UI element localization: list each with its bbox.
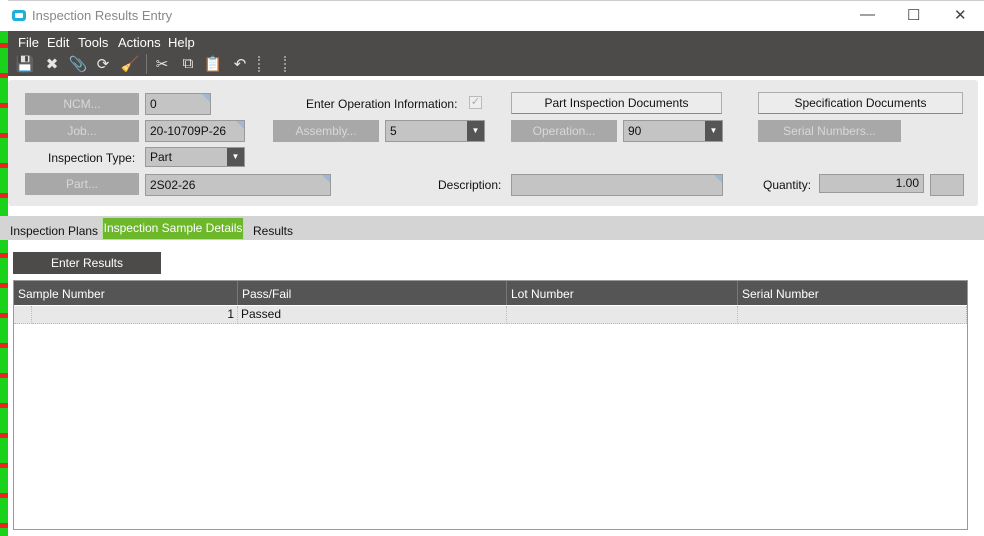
specification-documents-button[interactable]: Specification Documents <box>758 92 963 114</box>
ncm-button[interactable]: NCM... <box>25 93 139 115</box>
menu-help[interactable]: Help <box>168 35 195 50</box>
tab-inspection-plans[interactable]: Inspection Plans <box>10 224 98 238</box>
quantity-label: Quantity: <box>763 178 812 192</box>
close-button[interactable]: ✕ <box>954 6 967 24</box>
assembly-dropdown[interactable]: 5 ▼ <box>385 120 485 142</box>
column-header-serial-number[interactable]: Serial Number <box>738 281 967 305</box>
chevron-down-icon[interactable]: ▼ <box>705 121 722 141</box>
minimize-button[interactable]: — <box>860 6 875 23</box>
tab-inspection-sample-details[interactable]: Inspection Sample Details <box>102 217 244 240</box>
window-title: Inspection Results Entry <box>32 8 173 23</box>
clear-icon[interactable]: 🧹 <box>120 55 140 73</box>
job-button[interactable]: Job... <box>25 120 139 142</box>
refresh-icon[interactable]: ⟳ <box>93 55 113 73</box>
cell-lot-number[interactable] <box>507 306 738 324</box>
part-inspection-documents-button[interactable]: Part Inspection Documents <box>511 92 722 114</box>
quantity-field[interactable]: 1.00 <box>819 174 924 193</box>
menu-file[interactable]: File <box>18 35 39 50</box>
toolbar-separator <box>146 54 147 74</box>
uom-field[interactable] <box>930 174 964 196</box>
maximize-button[interactable]: ☐ <box>907 6 920 24</box>
undo-icon[interactable]: ↶ <box>230 55 250 73</box>
cell-sample-number[interactable]: 1 <box>32 306 238 324</box>
chevron-down-icon[interactable]: ▼ <box>467 121 484 141</box>
menu-edit[interactable]: Edit <box>47 35 69 50</box>
menu-tools[interactable]: Tools <box>78 35 108 50</box>
operation-button[interactable]: Operation... <box>511 120 617 142</box>
row-selector[interactable] <box>14 306 32 324</box>
assembly-button[interactable]: Assembly... <box>273 120 379 142</box>
serial-numbers-button[interactable]: Serial Numbers... <box>758 120 901 142</box>
cut-icon[interactable]: ✂ <box>152 55 172 73</box>
description-field[interactable] <box>511 174 723 196</box>
attachment-icon[interactable]: 📎 <box>68 55 88 73</box>
sample-grid: Sample Number Pass/Fail Lot Number Seria… <box>13 280 968 530</box>
job-field[interactable]: 20-10709P-26 <box>145 120 245 142</box>
toolbar-grip[interactable] <box>284 56 286 72</box>
tab-results[interactable]: Results <box>253 224 293 238</box>
chevron-down-icon[interactable]: ▼ <box>227 148 244 166</box>
background-window-strip <box>0 31 8 536</box>
toolbar-grip[interactable] <box>258 56 260 72</box>
copy-icon[interactable]: ⧉ <box>178 55 198 72</box>
column-header-sample-number[interactable]: Sample Number <box>14 281 238 305</box>
column-header-lot-number[interactable]: Lot Number <box>507 281 738 305</box>
operation-dropdown[interactable]: 90 ▼ <box>623 120 723 142</box>
ncm-field[interactable]: 0 <box>145 93 211 115</box>
paste-icon[interactable]: 📋 <box>203 55 223 73</box>
cell-pass-fail[interactable]: Passed <box>238 306 507 324</box>
inspection-type-dropdown[interactable]: Part ▼ <box>145 147 245 167</box>
operation-value: 90 <box>628 124 642 138</box>
cell-serial-number[interactable] <box>738 306 967 324</box>
app-icon <box>12 10 26 21</box>
inspection-type-value: Part <box>150 150 173 164</box>
part-button[interactable]: Part... <box>25 173 139 195</box>
enter-operation-label: Enter Operation Information: <box>306 97 458 111</box>
menu-actions[interactable]: Actions <box>118 35 161 50</box>
inspection-type-label: Inspection Type: <box>48 151 136 165</box>
delete-icon[interactable]: ✖ <box>42 55 62 73</box>
enter-operation-checkbox[interactable]: ✓ <box>469 96 482 109</box>
part-field[interactable]: 2S02-26 <box>145 174 331 196</box>
assembly-value: 5 <box>390 124 397 138</box>
column-header-pass-fail[interactable]: Pass/Fail <box>238 281 507 305</box>
description-label: Description: <box>438 178 502 192</box>
enter-results-button[interactable]: Enter Results <box>13 252 161 274</box>
save-icon[interactable]: 💾 <box>15 55 35 73</box>
